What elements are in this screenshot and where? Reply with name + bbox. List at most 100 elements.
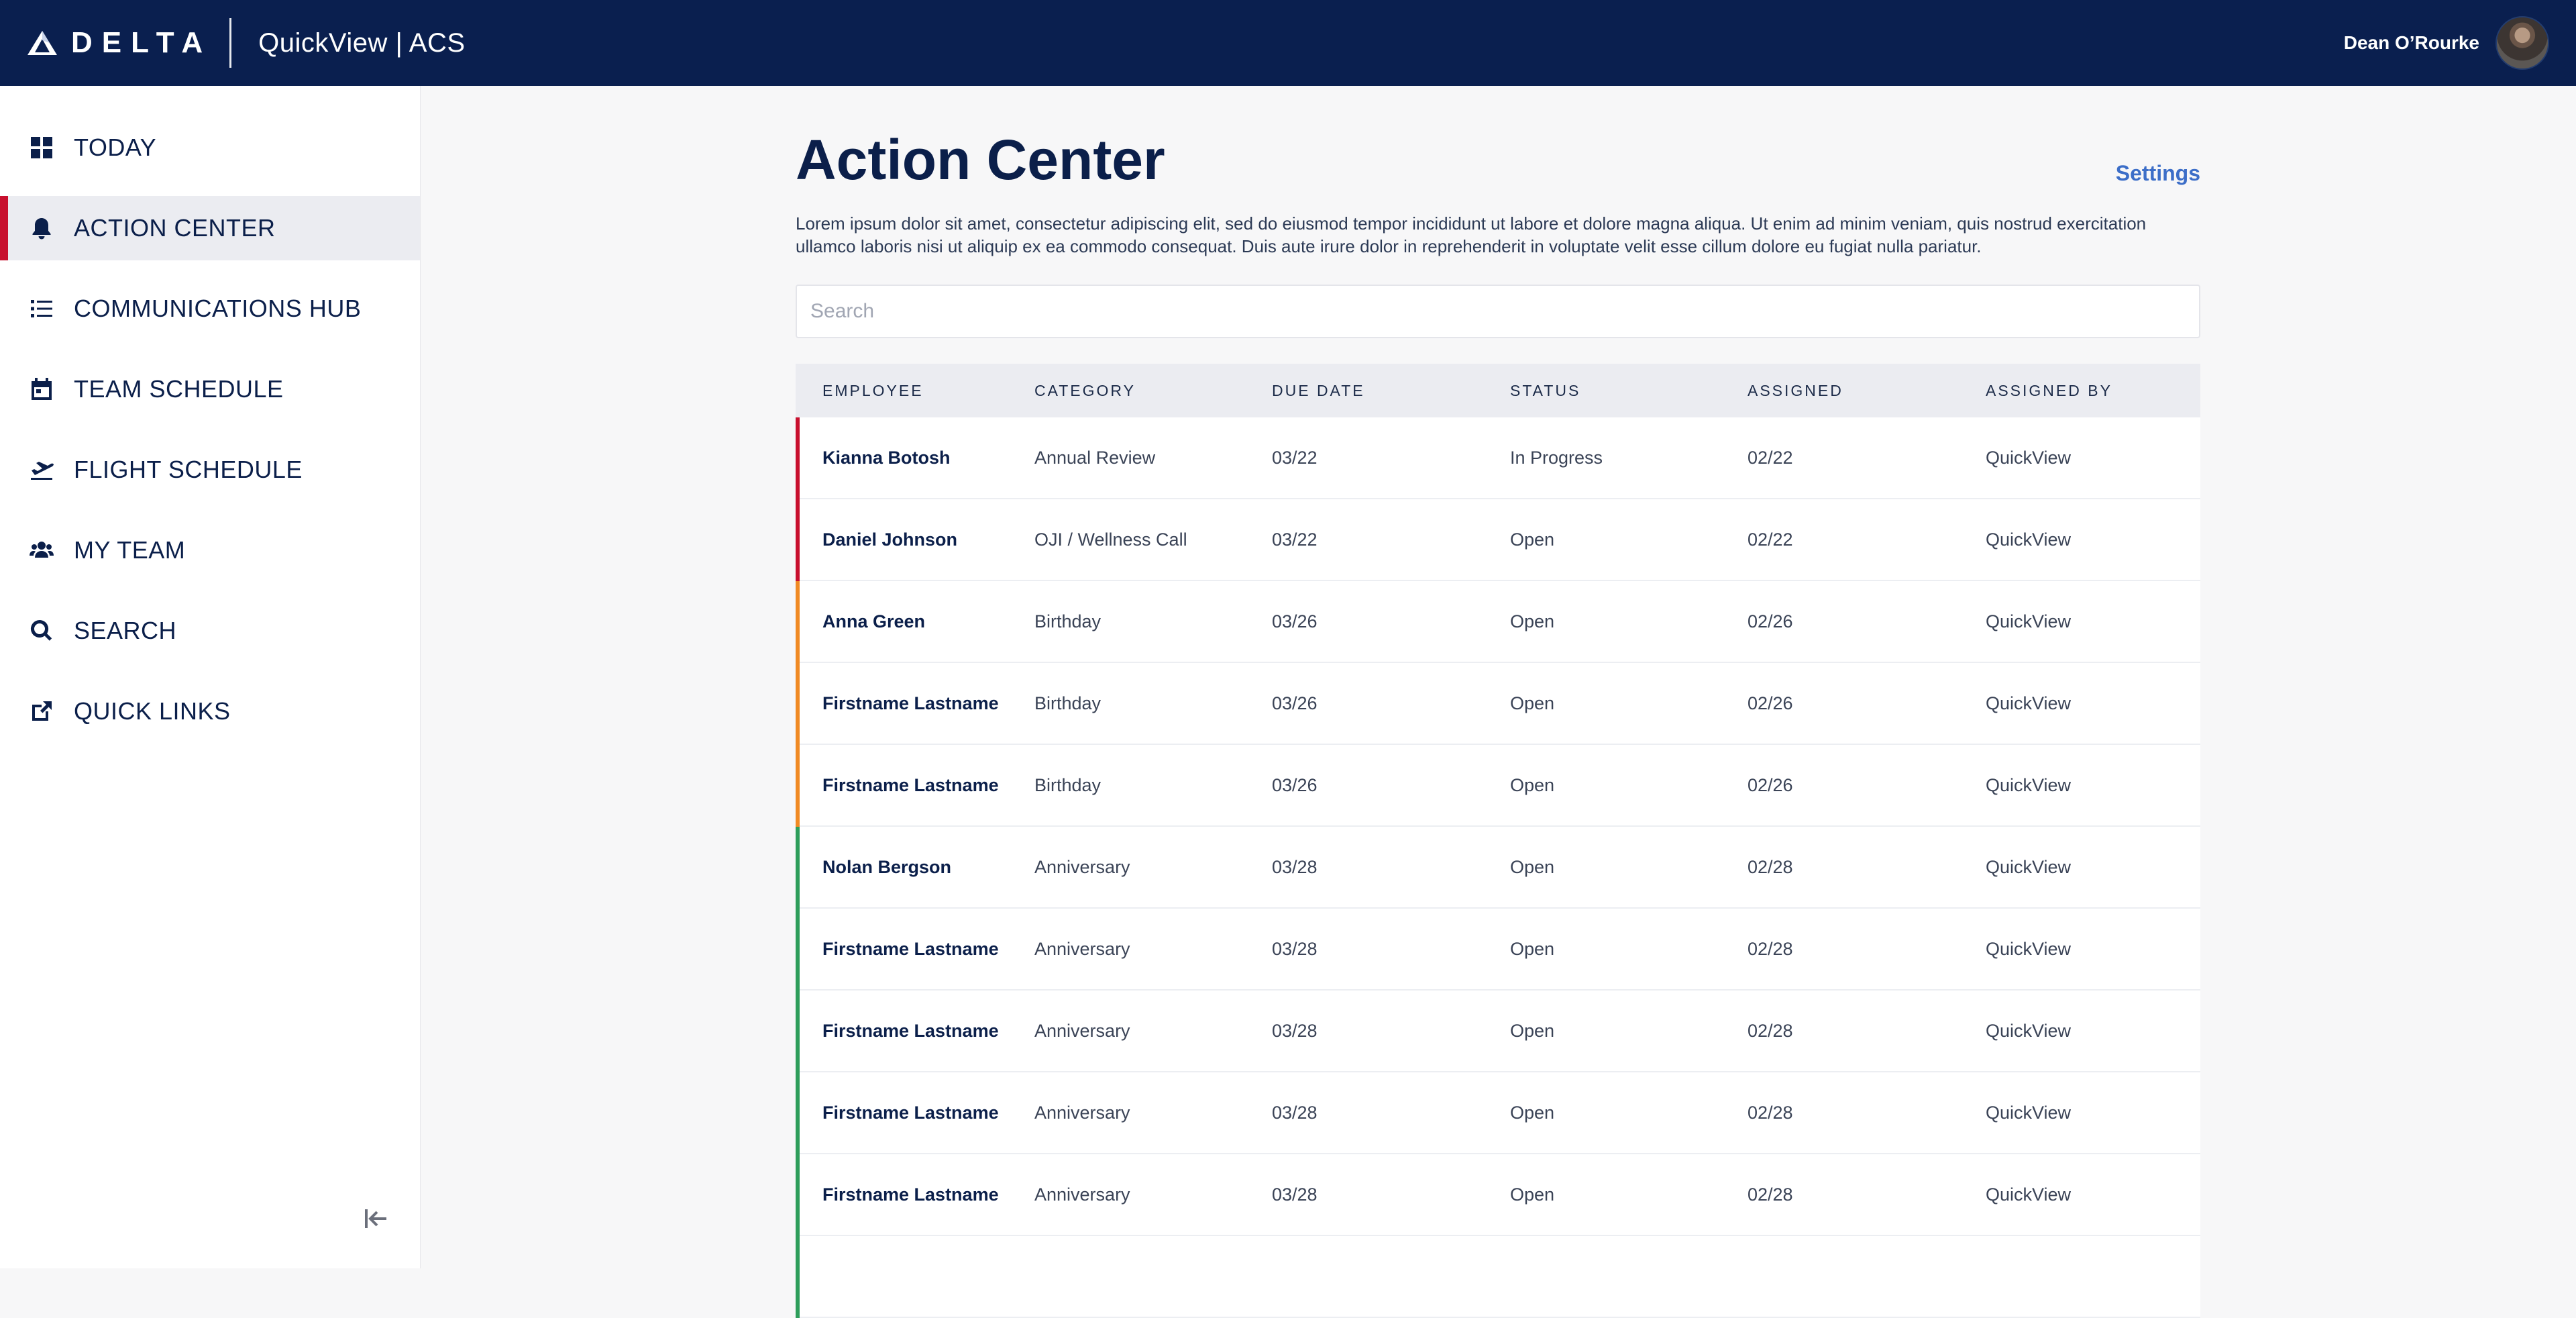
avatar[interactable] bbox=[2496, 16, 2549, 70]
cell-status: Open bbox=[1510, 1020, 1555, 1041]
sidebar-item-communications-hub[interactable]: COMMUNICATIONS HUB bbox=[0, 276, 420, 341]
search-input[interactable] bbox=[796, 285, 2200, 338]
cell-assigned: 02/26 bbox=[1748, 774, 1793, 795]
cell-status: Open bbox=[1510, 856, 1555, 877]
sidebar-item-label: MY TEAM bbox=[74, 536, 186, 564]
table-row[interactable]: Firstname Lastname Anniversary 03/28 Open 02… bbox=[796, 1154, 2200, 1236]
table-header: EMPLOYEE CATEGORY DUE DATE STATUS ASSIGN… bbox=[796, 364, 2200, 417]
sidebar-item-today[interactable]: TODAY bbox=[0, 115, 420, 180]
sidebar-item-flight-schedule[interactable]: FLIGHT SCHEDULE bbox=[0, 438, 420, 502]
table-row[interactable]: Anna Green Birthday 03/26 Open 02/26 QuickVie… bbox=[796, 581, 2200, 663]
cell-due-date: 03/26 bbox=[1272, 774, 1318, 795]
sidebar: TODAY ACTION CENTER COMMUNICATIONS HUB T… bbox=[0, 86, 421, 1268]
table-row[interactable]: Kianna Botosh Annual Review 03/22 In Progre… bbox=[796, 417, 2200, 499]
table-row[interactable]: Firstname Lastname Anniversary 03/28 Open 02… bbox=[796, 1072, 2200, 1154]
sidebar-item-my-team[interactable]: MY TEAM bbox=[0, 518, 420, 582]
table-row[interactable]: Firstname Lastname Anniversary 03/28 Open 02… bbox=[796, 909, 2200, 991]
priority-indicator bbox=[796, 909, 800, 991]
cell-category: OJI / Wellness Call bbox=[1034, 529, 1187, 550]
settings-link[interactable]: Settings bbox=[2116, 161, 2200, 186]
app-title: QuickView | ACS bbox=[258, 28, 466, 58]
table-row[interactable]: Firstname Lastname Anniversary 03/28 Open 02… bbox=[796, 991, 2200, 1072]
table-row[interactable]: Nolan Bergson Anniversary 03/28 Open 02/28 Qu… bbox=[796, 827, 2200, 909]
user-name: Dean O’Rourke bbox=[2343, 32, 2479, 53]
column-header-assigned-by[interactable]: ASSIGNED BY bbox=[1986, 382, 2200, 400]
cell-employee[interactable]: Daniel Johnson bbox=[796, 529, 1034, 550]
sidebar-item-team-schedule[interactable]: TEAM SCHEDULE bbox=[0, 357, 420, 421]
cell-employee[interactable]: Nolan Bergson bbox=[796, 857, 1034, 878]
sidebar-item-quick-links[interactable]: QUICK LINKS bbox=[0, 679, 420, 744]
cell-assigned: 02/26 bbox=[1748, 611, 1793, 631]
cell-assigned: 02/28 bbox=[1748, 1184, 1793, 1205]
plane-departure-icon bbox=[30, 458, 54, 482]
column-header-category[interactable]: CATEGORY bbox=[1034, 382, 1272, 400]
sidebar-nav: TODAY ACTION CENTER COMMUNICATIONS HUB T… bbox=[0, 115, 420, 744]
cell-status: Open bbox=[1510, 774, 1555, 795]
cell-category: Birthday bbox=[1034, 693, 1102, 713]
cell-due-date: 03/26 bbox=[1272, 611, 1318, 631]
sidebar-item-action-center[interactable]: ACTION CENTER bbox=[0, 196, 420, 260]
cell-assigned-by: QuickView bbox=[1986, 1020, 2072, 1041]
priority-indicator bbox=[796, 745, 800, 827]
cell-assigned-by: QuickView bbox=[1986, 693, 2072, 713]
cell-assigned-by: QuickView bbox=[1986, 1184, 2072, 1205]
sidebar-item-label: TODAY bbox=[74, 134, 157, 161]
header-divider bbox=[229, 18, 232, 68]
column-header-employee[interactable]: EMPLOYEE bbox=[796, 382, 1034, 400]
top-header: DELTA QuickView | ACS Dean O’Rourke bbox=[0, 0, 2576, 86]
cell-assigned: 02/28 bbox=[1748, 1020, 1793, 1041]
cell-due-date: 03/28 bbox=[1272, 856, 1318, 877]
search-icon bbox=[30, 619, 54, 643]
table-row[interactable]: Firstname Lastname Birthday 03/26 Open 02/26… bbox=[796, 745, 2200, 827]
priority-indicator bbox=[796, 827, 800, 909]
external-link-icon bbox=[30, 699, 54, 723]
column-header-due-date[interactable]: DUE DATE bbox=[1272, 382, 1510, 400]
delta-logo-icon bbox=[28, 31, 57, 55]
table-row[interactable]: Firstname Lastname Birthday 03/26 Open 02/26… bbox=[796, 663, 2200, 745]
cell-employee[interactable]: Firstname Lastname bbox=[796, 1103, 1034, 1123]
cell-assigned: 02/28 bbox=[1748, 1102, 1793, 1123]
cell-assigned-by: QuickView bbox=[1986, 1102, 2072, 1123]
cell-employee[interactable]: Anna Green bbox=[796, 611, 1034, 632]
cell-assigned-by: QuickView bbox=[1986, 611, 2072, 631]
column-header-assigned[interactable]: ASSIGNED bbox=[1748, 382, 1986, 400]
cell-assigned-by: QuickView bbox=[1986, 774, 2072, 795]
sidebar-item-search[interactable]: SEARCH bbox=[0, 599, 420, 663]
cell-category: Anniversary bbox=[1034, 1102, 1130, 1123]
table-row[interactable] bbox=[796, 1236, 2200, 1318]
cell-employee[interactable]: Firstname Lastname bbox=[796, 693, 1034, 714]
priority-indicator bbox=[796, 1236, 800, 1318]
cell-employee[interactable]: Kianna Botosh bbox=[796, 448, 1034, 468]
user-menu[interactable]: Dean O’Rourke bbox=[2344, 0, 2549, 86]
action-table: EMPLOYEE CATEGORY DUE DATE STATUS ASSIGN… bbox=[796, 364, 2200, 1318]
cell-due-date: 03/28 bbox=[1272, 1184, 1318, 1205]
sidebar-item-label: FLIGHT SCHEDULE bbox=[74, 456, 303, 483]
sidebar-item-label: TEAM SCHEDULE bbox=[74, 375, 284, 403]
column-header-status[interactable]: STATUS bbox=[1510, 382, 1748, 400]
cell-status: Open bbox=[1510, 1184, 1555, 1205]
cell-status: Open bbox=[1510, 693, 1555, 713]
cell-employee[interactable]: Firstname Lastname bbox=[796, 939, 1034, 960]
cell-due-date: 03/28 bbox=[1272, 938, 1318, 959]
table-row[interactable]: Daniel Johnson OJI / Wellness Call 03/22 Op… bbox=[796, 499, 2200, 581]
table-body: Kianna Botosh Annual Review 03/22 In Progre… bbox=[796, 417, 2200, 1318]
collapse-sidebar-button[interactable] bbox=[361, 1204, 390, 1233]
priority-indicator bbox=[796, 581, 800, 663]
sidebar-item-label: QUICK LINKS bbox=[74, 697, 231, 725]
cell-category: Anniversary bbox=[1034, 856, 1130, 877]
page-title: Action Center bbox=[796, 128, 1165, 191]
cell-due-date: 03/28 bbox=[1272, 1102, 1318, 1123]
cell-category: Birthday bbox=[1034, 611, 1102, 631]
cell-assigned: 02/26 bbox=[1748, 693, 1793, 713]
cell-category: Annual Review bbox=[1034, 447, 1156, 468]
cell-employee[interactable]: Firstname Lastname bbox=[796, 1021, 1034, 1042]
collapse-left-icon bbox=[365, 1209, 386, 1228]
list-icon bbox=[30, 297, 54, 321]
bell-icon bbox=[30, 216, 54, 240]
brand[interactable]: DELTA bbox=[27, 0, 212, 86]
cell-employee[interactable]: Firstname Lastname bbox=[796, 775, 1034, 796]
cell-assigned: 02/22 bbox=[1748, 529, 1793, 550]
cell-employee[interactable]: Firstname Lastname bbox=[796, 1184, 1034, 1205]
cell-category: Anniversary bbox=[1034, 1184, 1130, 1205]
page-description: Lorem ipsum dolor sit amet, consectetur … bbox=[796, 213, 2147, 256]
